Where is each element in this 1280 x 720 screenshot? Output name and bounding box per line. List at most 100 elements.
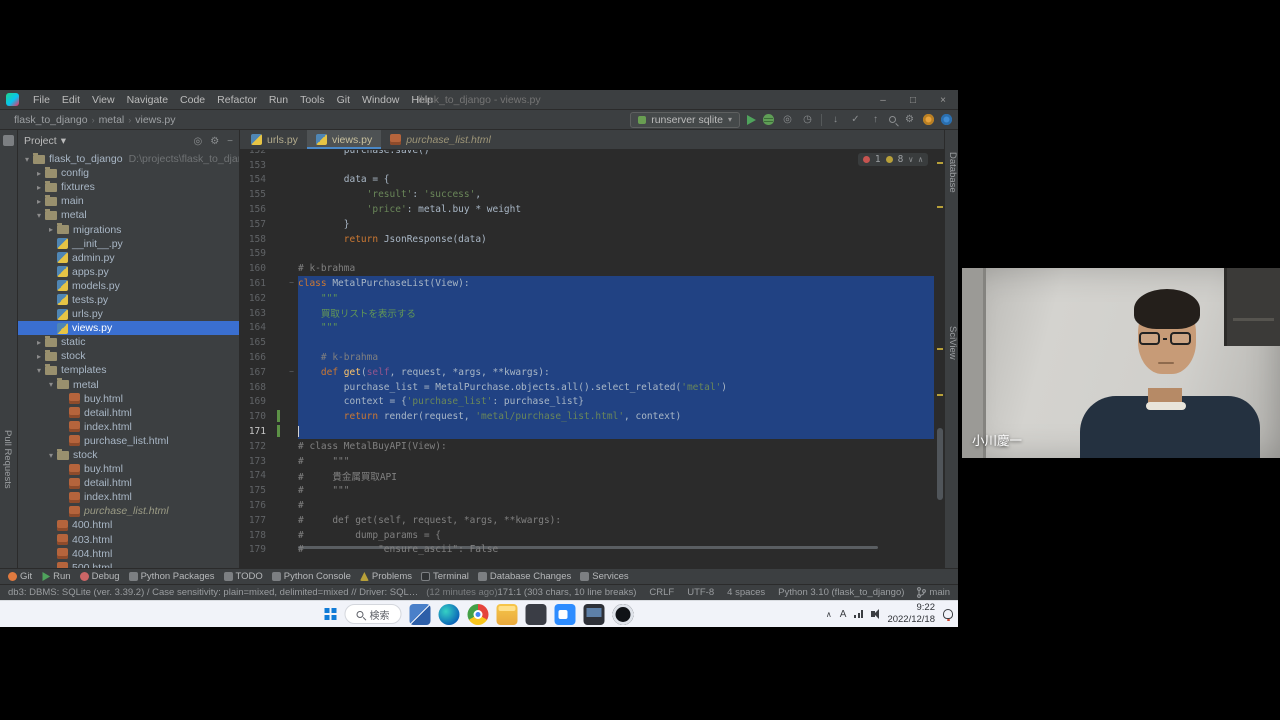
tree-item-403.html[interactable]: 403.html [18, 533, 239, 547]
notification-bell-icon[interactable] [943, 609, 953, 619]
toolwindow-todo[interactable]: TODO [224, 571, 263, 582]
code-line[interactable]: 167− def get(self, request, *args, **kwa… [240, 365, 934, 380]
sciview-tool-button[interactable]: SciView [947, 326, 958, 360]
breadcrumb-item[interactable]: views.py [131, 114, 179, 126]
toolwindow-debug[interactable]: Debug [80, 571, 120, 582]
menu-run[interactable]: Run [263, 94, 294, 106]
code-line[interactable]: 179# "ensure_ascii": False [240, 543, 934, 558]
tree-item-migrations[interactable]: ▸migrations [18, 222, 239, 236]
tree-item-views.py[interactable]: views.py [18, 321, 239, 335]
code-line[interactable]: 159 [240, 247, 934, 262]
tree-item-tests.py[interactable]: tests.py [18, 293, 239, 307]
settings-button[interactable]: ⚙ [903, 113, 916, 126]
tree-item-buy.html[interactable]: buy.html [18, 462, 239, 476]
tree-item-400.html[interactable]: 400.html [18, 518, 239, 532]
project-panel-title[interactable]: Project [24, 135, 57, 147]
editor-tab-views.py[interactable]: views.py [307, 130, 381, 149]
code-line[interactable]: 173# """ [240, 454, 934, 469]
code-line[interactable]: 152 purchase.save() [240, 150, 934, 158]
toolwindow-services[interactable]: Services [580, 571, 628, 582]
pull-requests-tool-button[interactable]: Pull Requests [2, 430, 13, 489]
code-line[interactable]: 174# 貴金属買取API [240, 469, 934, 484]
tree-item-404.html[interactable]: 404.html [18, 547, 239, 561]
edge-app-icon[interactable] [439, 604, 460, 625]
code-line[interactable]: 166 # k-brahma [240, 350, 934, 365]
next-problem-icon[interactable]: ∨ [908, 155, 913, 164]
toolwindow-database-changes[interactable]: Database Changes [478, 571, 571, 582]
toolwindow-python-console[interactable]: Python Console [272, 571, 351, 582]
start-button[interactable] [325, 608, 337, 620]
git-push-button[interactable]: ↑ [869, 113, 882, 126]
editor-tab-urls.py[interactable]: urls.py [242, 130, 307, 149]
code-line[interactable]: 157 } [240, 217, 934, 232]
code-line[interactable]: 160# k-brahma [240, 261, 934, 276]
tree-item-config[interactable]: ▸config [18, 166, 239, 180]
toolwindow-run[interactable]: Run [41, 571, 70, 582]
code-line[interactable]: 156 'price': metal.buy * weight [240, 202, 934, 217]
tree-item-fixtures[interactable]: ▸fixtures [18, 180, 239, 194]
run-button[interactable] [747, 115, 756, 125]
zoom-app-icon[interactable] [555, 604, 576, 625]
run-configuration-select[interactable]: runserver sqlite ▾ [630, 112, 740, 128]
record-plugin-icon[interactable] [923, 114, 934, 125]
taskbar-search[interactable]: 検索 [345, 604, 402, 624]
tree-item-detail.html[interactable]: detail.html [18, 476, 239, 490]
status-caret-position[interactable]: 171:1 (303 chars, 10 line breaks) [498, 587, 637, 598]
code-line[interactable]: 176# [240, 498, 934, 513]
code-line[interactable]: 161−class MetalPurchaseList(View): [240, 276, 934, 291]
menu-edit[interactable]: Edit [56, 94, 86, 106]
menu-navigate[interactable]: Navigate [121, 94, 174, 106]
database-tool-button[interactable]: Database [947, 152, 958, 193]
toolwindow-terminal[interactable]: Terminal [421, 571, 469, 582]
tree-item-detail.html[interactable]: detail.html [18, 406, 239, 420]
code-line[interactable]: 177# def get(self, request, *args, **kwa… [240, 513, 934, 528]
volume-icon[interactable] [871, 611, 875, 617]
code-line[interactable]: 170 return render(request, 'metal/purcha… [240, 409, 934, 424]
locate-file-button[interactable]: ◎ [193, 136, 202, 147]
code-line[interactable]: 178# dump_params = { [240, 528, 934, 543]
maximize-button[interactable]: □ [898, 90, 928, 110]
scrollbar-thumb[interactable] [937, 428, 943, 500]
inspections-widget[interactable]: 1 8 ∨ ∧ [858, 153, 928, 166]
search-everywhere-button[interactable] [889, 116, 896, 123]
fold-marker-icon[interactable]: − [289, 278, 294, 287]
chevron-down-icon[interactable]: ▾ [61, 135, 66, 147]
tree-item-flask_to_django[interactable]: ▾flask_to_djangoD:\projects\flask_to_dja… [18, 152, 239, 166]
tree-item-urls.py[interactable]: urls.py [18, 307, 239, 321]
status-python-3.10-(flask_to_django)[interactable]: Python 3.10 (flask_to_django) [778, 587, 904, 598]
tree-item-500.html[interactable]: 500.html [18, 561, 239, 568]
code-line[interactable]: 168 purchase_list = MetalPurchase.object… [240, 380, 934, 395]
toolwindow-python-packages[interactable]: Python Packages [129, 571, 215, 582]
explorer-app-icon[interactable] [497, 604, 518, 625]
tree-item-models.py[interactable]: models.py [18, 279, 239, 293]
ime-indicator[interactable]: A [840, 609, 847, 620]
menu-code[interactable]: Code [174, 94, 211, 106]
code-line[interactable]: 164 """ [240, 321, 934, 336]
code-line[interactable]: 171 [240, 424, 934, 439]
minimize-button[interactable]: – [868, 90, 898, 110]
tree-item-admin.py[interactable]: admin.py [18, 251, 239, 265]
vertical-scrollbar[interactable] [936, 150, 944, 568]
fold-marker-icon[interactable]: − [289, 367, 294, 376]
browser-plugin-icon[interactable] [941, 114, 952, 125]
code-line[interactable]: 153 [240, 158, 934, 173]
panel-settings-button[interactable]: ⚙ [210, 136, 219, 147]
tree-item-templates[interactable]: ▾templates [18, 363, 239, 377]
obs-app-icon[interactable] [613, 604, 634, 625]
code-line[interactable]: 165 [240, 335, 934, 350]
code-line[interactable]: 155 'result': 'success', [240, 187, 934, 202]
dark-app-icon[interactable] [526, 604, 547, 625]
code-line[interactable]: 154 data = { [240, 173, 934, 188]
wifi-icon[interactable] [854, 610, 863, 618]
status-git-branch[interactable]: main [917, 587, 950, 598]
menu-window[interactable]: Window [356, 94, 405, 106]
close-button[interactable]: × [928, 90, 958, 110]
tree-item-stock[interactable]: ▸stock [18, 349, 239, 363]
profiler-button[interactable]: ◷ [801, 113, 814, 126]
code-line[interactable]: 169 context = {'purchase_list': purchase… [240, 395, 934, 410]
tree-item-index.html[interactable]: index.html [18, 420, 239, 434]
tree-item-metal[interactable]: ▾metal [18, 378, 239, 392]
breadcrumb-item[interactable]: metal [95, 114, 129, 126]
breadcrumb-item[interactable]: flask_to_django [10, 114, 92, 126]
tree-item-stock[interactable]: ▾stock [18, 448, 239, 462]
